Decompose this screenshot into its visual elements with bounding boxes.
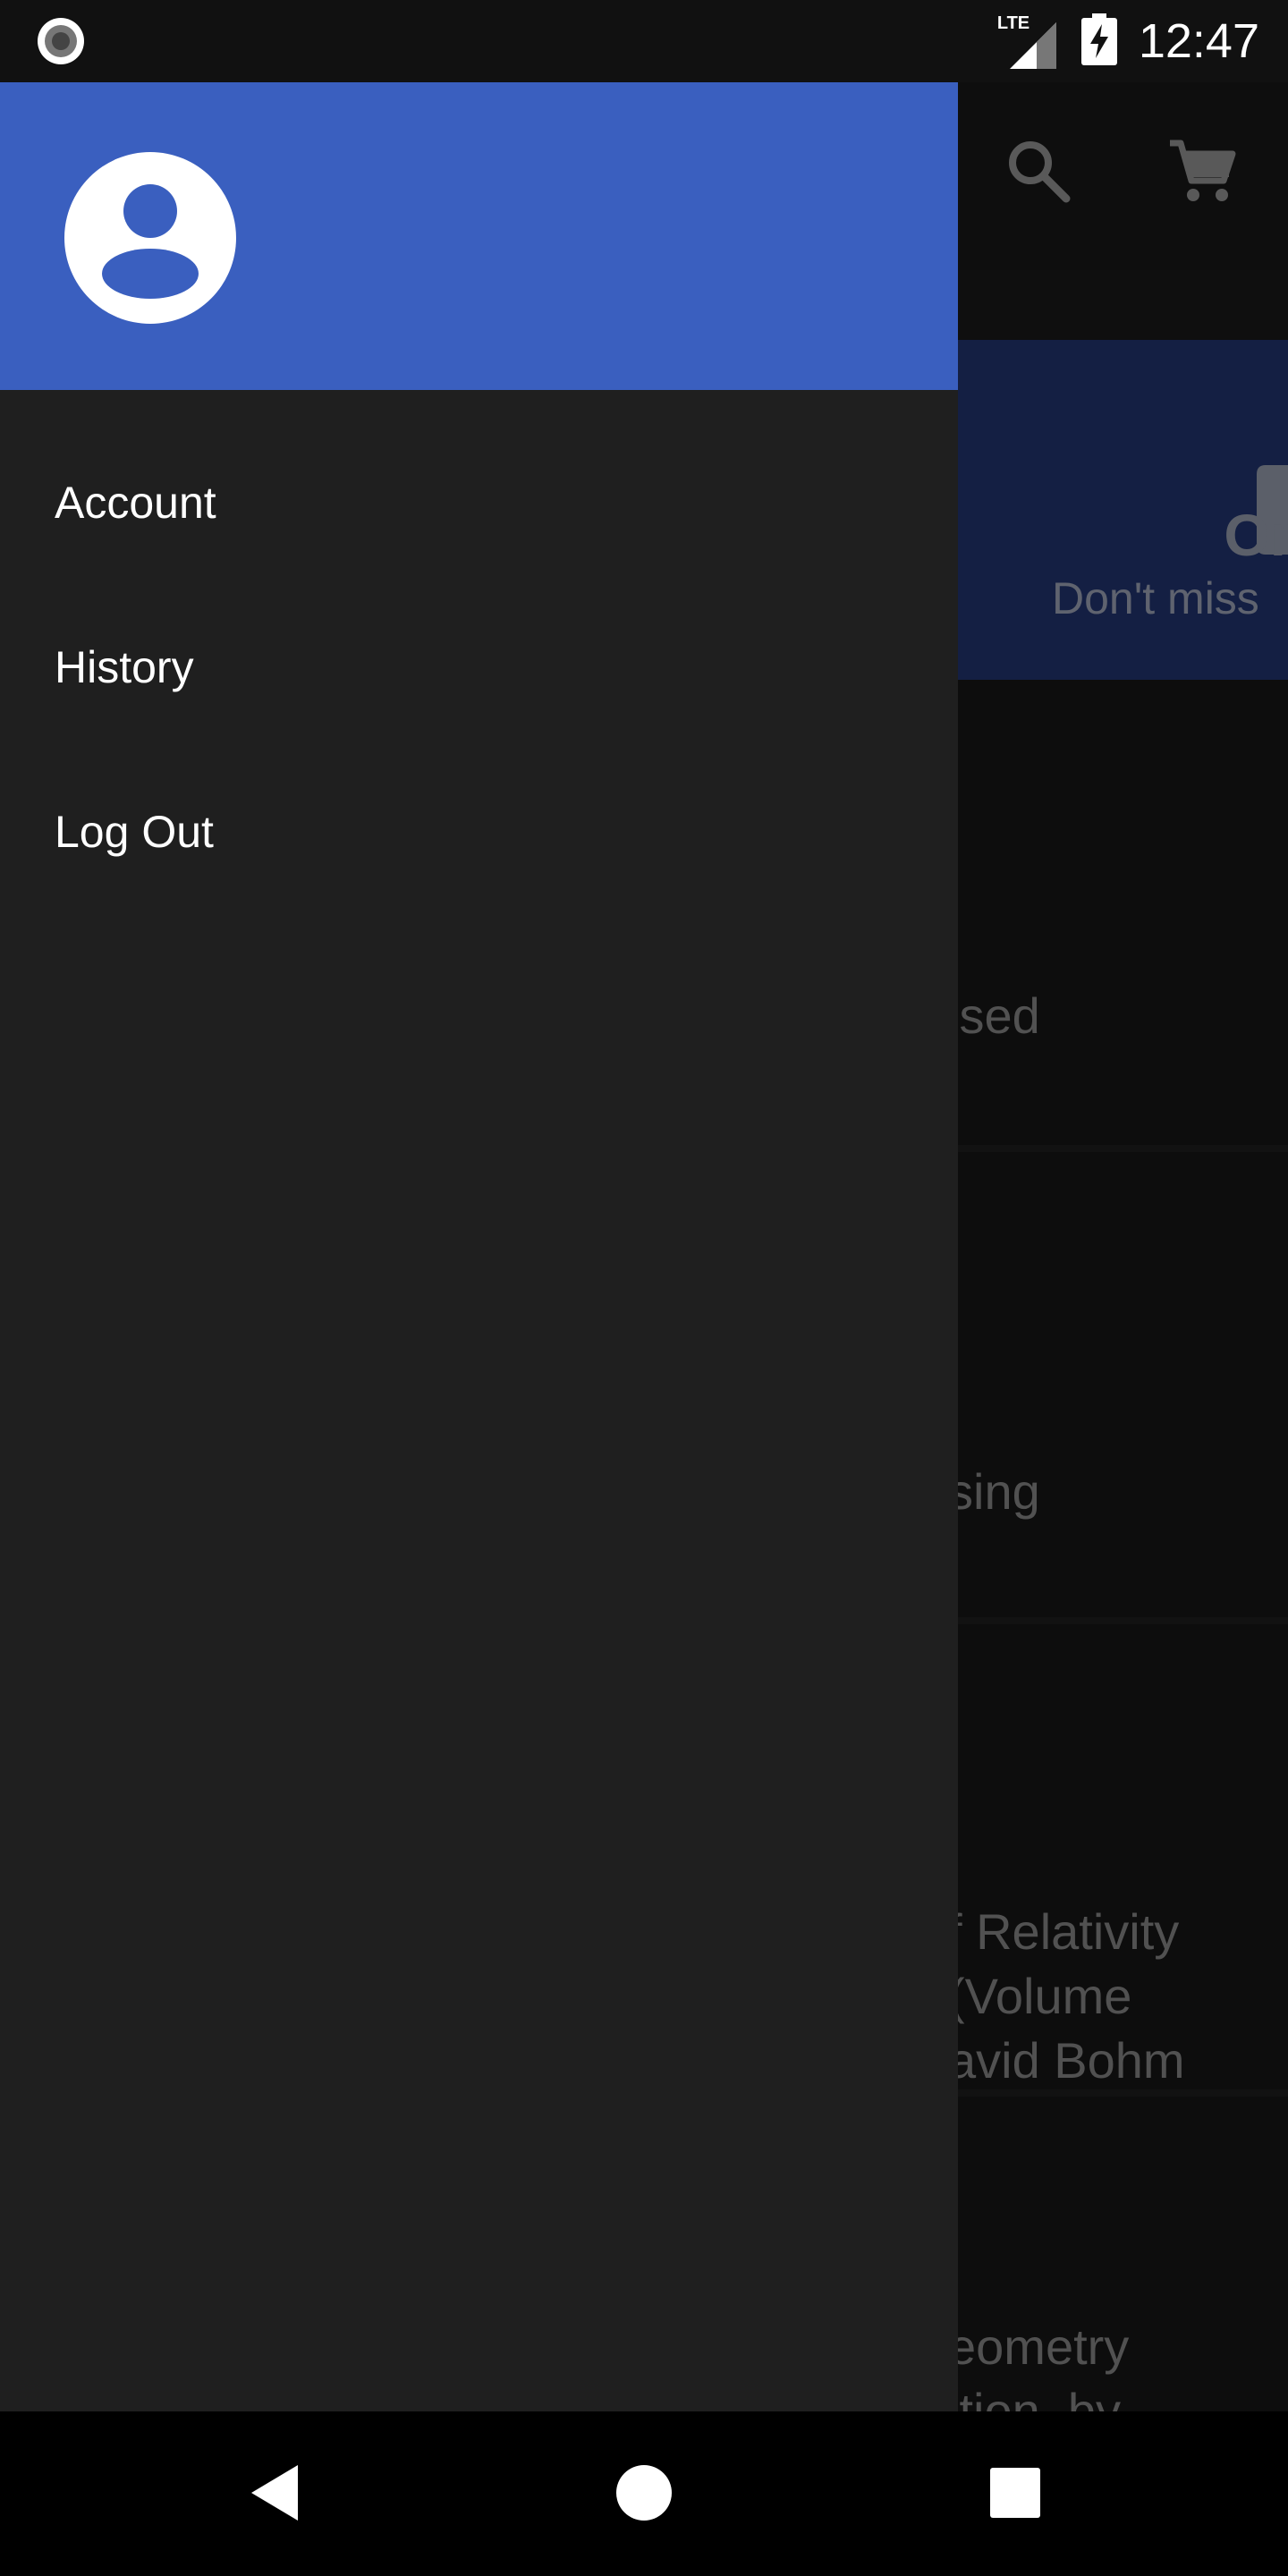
recents-icon[interactable]	[975, 2453, 1055, 2533]
record-indicator-icon	[36, 16, 86, 66]
menu-item-log-out[interactable]: Log Out	[0, 750, 958, 914]
battery-charging-icon	[1080, 13, 1117, 70]
menu-item-label: Account	[55, 478, 216, 528]
menu-item-account[interactable]: Account	[0, 420, 958, 585]
navigation-drawer: Account History Log Out	[0, 82, 958, 2411]
status-time: 12:47	[1138, 14, 1259, 68]
system-nav-bar	[0, 2411, 1288, 2576]
account-circle-icon[interactable]	[64, 152, 236, 324]
status-bar: LTE 12:47	[0, 0, 1288, 82]
home-icon[interactable]	[604, 2453, 684, 2533]
signal-icon: LTE	[997, 10, 1060, 72]
menu-item-history[interactable]: History	[0, 585, 958, 750]
drawer-header	[0, 82, 958, 390]
menu-item-label: Log Out	[55, 807, 214, 857]
back-icon[interactable]	[234, 2453, 315, 2533]
menu-item-label: History	[55, 642, 194, 692]
